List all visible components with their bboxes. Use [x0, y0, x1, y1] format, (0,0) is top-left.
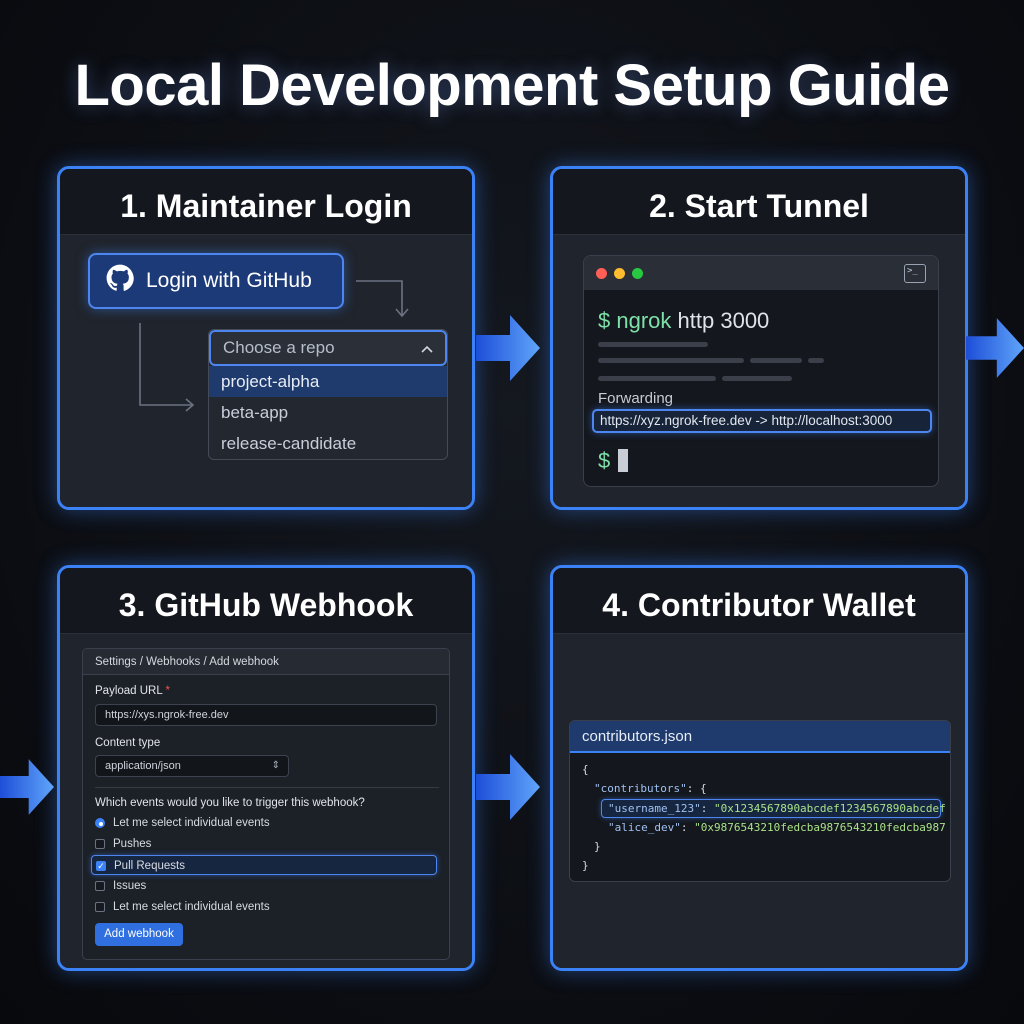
- connector-arrow-icon: [139, 323, 195, 412]
- panel-heading: 4. Contributor Wallet: [553, 568, 965, 634]
- panel-github-webhook: 3. GitHub Webhook Settings / Webhooks / …: [57, 565, 475, 971]
- terminal-window: >_ $ ngrok http 3000 Forwarding https://…: [583, 255, 939, 487]
- terminal-cursor: [618, 449, 628, 472]
- checkbox-icon[interactable]: [95, 902, 105, 912]
- repo-dropdown[interactable]: Choose a repo project-alpha beta-app rel…: [208, 329, 448, 460]
- flow-arrow-icon: [476, 752, 540, 822]
- radio-selected-icon[interactable]: [95, 818, 105, 828]
- required-marker: *: [165, 685, 171, 697]
- forwarding-url[interactable]: https://xyz.ngrok-free.dev -> http://loc…: [592, 409, 932, 433]
- panel-contributor-wallet: 4. Contributor Wallet contributors.json …: [550, 565, 968, 971]
- add-webhook-button[interactable]: Add webhook: [95, 923, 183, 946]
- json-line: {: [582, 763, 589, 776]
- repo-select-placeholder: Choose a repo: [223, 338, 335, 357]
- json-line: "alice_dev": "0x9876543210fedcba98765432…: [608, 821, 946, 834]
- breadcrumb: Settings / Webhooks / Add webhook: [83, 649, 449, 675]
- terminal-title-bar: >_: [584, 256, 938, 290]
- event-option-issues[interactable]: Issues: [95, 876, 146, 896]
- content-type-select[interactable]: application/json ⇕: [95, 755, 289, 777]
- event-option-pushes[interactable]: Pushes: [95, 834, 151, 854]
- github-button-label: Login with GitHub: [146, 269, 312, 292]
- payload-url-label: Payload URL *: [95, 685, 171, 697]
- forwarding-label: Forwarding: [598, 390, 674, 407]
- minimize-dot-icon[interactable]: [614, 268, 625, 279]
- flow-arrow-icon: [476, 313, 540, 383]
- payload-url-input[interactable]: https://xys.ngrok-free.dev: [95, 704, 437, 726]
- divider: [95, 787, 439, 788]
- prompt-symbol: $: [598, 448, 611, 473]
- ngrok-command: $ ngrok http 3000: [598, 308, 769, 334]
- panel-heading: 1. Maintainer Login: [60, 169, 472, 235]
- events-question: Which events would you like to trigger t…: [95, 797, 365, 809]
- close-dot-icon[interactable]: [596, 268, 607, 279]
- panel-heading: 3. GitHub Webhook: [60, 568, 472, 634]
- webhook-form: Settings / Webhooks / Add webhook Payloa…: [82, 648, 450, 960]
- content-type-value: application/json: [105, 760, 181, 772]
- github-icon: [106, 264, 134, 298]
- output-placeholder-line: [598, 358, 744, 363]
- panel-heading: 2. Start Tunnel: [553, 169, 965, 235]
- checkbox-checked-icon[interactable]: ✓: [96, 861, 106, 871]
- repo-option[interactable]: beta-app: [209, 397, 447, 428]
- output-placeholder-line: [808, 358, 824, 363]
- json-line: }: [594, 840, 601, 853]
- json-line: }: [582, 859, 589, 872]
- prompt-symbol: $: [598, 308, 611, 333]
- event-option-individual[interactable]: Let me select individual events: [95, 813, 270, 833]
- command-tool: ngrok: [616, 308, 672, 333]
- output-placeholder-line: [598, 376, 716, 381]
- checkbox-icon[interactable]: [95, 839, 105, 849]
- json-line: "contributors": {: [594, 782, 707, 795]
- repo-option[interactable]: release-candidate: [209, 428, 447, 459]
- maximize-dot-icon[interactable]: [632, 268, 643, 279]
- flow-arrow-icon: [966, 313, 1024, 383]
- event-option-individual-events[interactable]: Let me select individual events: [95, 897, 270, 917]
- chevron-up-icon: [421, 338, 433, 358]
- output-placeholder-line: [750, 358, 802, 363]
- content-type-label: Content type: [95, 737, 161, 749]
- repo-option[interactable]: project-alpha: [209, 366, 447, 397]
- json-file-card: contributors.json { "contributors": { "u…: [569, 720, 951, 882]
- connector-arrow-icon: [356, 280, 409, 318]
- flow-arrow-icon: [0, 752, 54, 822]
- file-name: contributors.json: [570, 721, 950, 753]
- panel-start-tunnel: 2. Start Tunnel >_ $ ngrok http 3000 For…: [550, 166, 968, 510]
- event-option-pull-requests[interactable]: ✓ Pull Requests: [91, 855, 437, 875]
- checkbox-icon[interactable]: [95, 881, 105, 891]
- repo-select[interactable]: Choose a repo: [209, 330, 447, 366]
- terminal-icon: >_: [904, 264, 926, 283]
- output-placeholder-line: [722, 376, 792, 381]
- panel-maintainer-login: 1. Maintainer Login Login with GitHub Ch…: [57, 166, 475, 510]
- command-args: http 3000: [677, 308, 770, 333]
- page-title: Local Development Setup Guide: [74, 53, 950, 118]
- json-line: "username_123": "0x1234567890abcdef12345…: [608, 802, 946, 815]
- select-arrows-icon: ⇕: [271, 760, 280, 771]
- output-placeholder-line: [598, 342, 708, 347]
- login-with-github-button[interactable]: Login with GitHub: [88, 253, 344, 309]
